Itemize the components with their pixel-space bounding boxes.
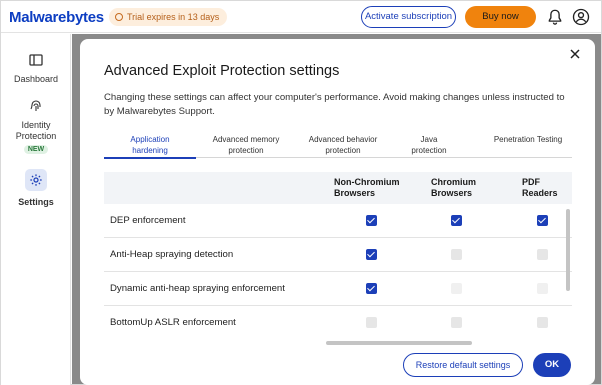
trial-badge: Trial expires in 13 days (109, 8, 228, 26)
table-row: DEP enforcement (104, 204, 572, 238)
dashboard-icon (29, 54, 43, 66)
dialog-description: Changing these settings can affect your … (104, 92, 565, 117)
exploit-protection-dialog: Advanced Exploit Protection settings Cha… (80, 39, 595, 385)
malwarebytes-logo: Malwarebytes (9, 9, 104, 26)
column-header: Non-Chromium Browsers (334, 177, 400, 198)
checkbox[interactable] (537, 215, 548, 226)
column-header: Chromium Browsers (431, 177, 476, 198)
sidebar-item-label: Settings (18, 197, 54, 207)
buy-now-button[interactable]: Buy now (465, 6, 536, 28)
tab-bar: Application hardening Advanced memory pr… (104, 134, 572, 159)
row-label: DEP enforcement (110, 215, 186, 226)
fingerprint-icon (30, 100, 41, 111)
active-tab-indicator (104, 157, 196, 159)
activate-subscription-button[interactable]: Activate subscription (361, 6, 456, 28)
checkbox[interactable] (366, 249, 377, 260)
sidebar-item-dashboard[interactable]: Dashboard (1, 52, 71, 84)
checkbox[interactable] (366, 215, 377, 226)
gear-icon (30, 174, 42, 186)
row-label: Anti-Heap spraying detection (110, 249, 234, 260)
account-icon[interactable] (572, 8, 590, 26)
row-label: Dynamic anti-heap spraying enforcement (110, 283, 285, 294)
column-header: PDF Readers (522, 177, 558, 198)
ok-button[interactable]: OK (533, 353, 571, 377)
sidebar-item-settings[interactable]: Settings (1, 169, 71, 207)
checkbox (451, 249, 462, 260)
sidebar-item-label: Dashboard (13, 74, 59, 84)
clock-icon (115, 13, 123, 21)
checkbox (451, 283, 462, 294)
tab-advanced-memory-protection[interactable]: Advanced memory protection (206, 134, 286, 156)
bell-icon[interactable] (546, 8, 564, 26)
sidebar-item-label: Identity Protection (15, 120, 57, 141)
app-window: Malwarebytes Trial expires in 13 days Ac… (0, 0, 602, 385)
tab-application-hardening[interactable]: Application hardening (114, 134, 186, 156)
restore-default-settings-button[interactable]: Restore default settings (403, 353, 523, 377)
top-bar: Malwarebytes Trial expires in 13 days Ac… (1, 1, 601, 33)
horizontal-scrollbar[interactable] (326, 341, 472, 345)
sidebar-item-identity-protection[interactable]: Identity Protection NEW (1, 98, 71, 154)
table-row: Anti-Heap spraying detection (104, 238, 572, 272)
checkbox (451, 317, 462, 328)
trial-text: Trial expires in 13 days (127, 12, 220, 22)
checkbox[interactable] (366, 283, 377, 294)
checkbox (366, 317, 377, 328)
checkbox (537, 249, 548, 260)
new-badge: NEW (23, 145, 49, 154)
tab-java-protection[interactable]: Java protection (404, 134, 454, 156)
tab-advanced-behavior-protection[interactable]: Advanced behavior protection (298, 134, 388, 156)
vertical-scrollbar[interactable] (566, 209, 570, 291)
row-label: BottomUp ASLR enforcement (110, 317, 236, 328)
table-row: BottomUp ASLR enforcement (104, 306, 572, 340)
table-row: Dynamic anti-heap spraying enforcement (104, 272, 572, 306)
checkbox[interactable] (451, 215, 462, 226)
settings-icon-wrap (25, 169, 47, 191)
close-icon[interactable] (568, 47, 582, 61)
tab-penetration-testing[interactable]: Penetration Testing (484, 134, 572, 145)
checkbox (537, 283, 548, 294)
table-header: Non-Chromium Browsers Chromium Browsers … (104, 172, 572, 204)
sidebar: Dashboard Identity Protection NEW Settin… (1, 34, 71, 385)
checkbox (537, 317, 548, 328)
dialog-title: Advanced Exploit Protection settings (104, 63, 340, 79)
